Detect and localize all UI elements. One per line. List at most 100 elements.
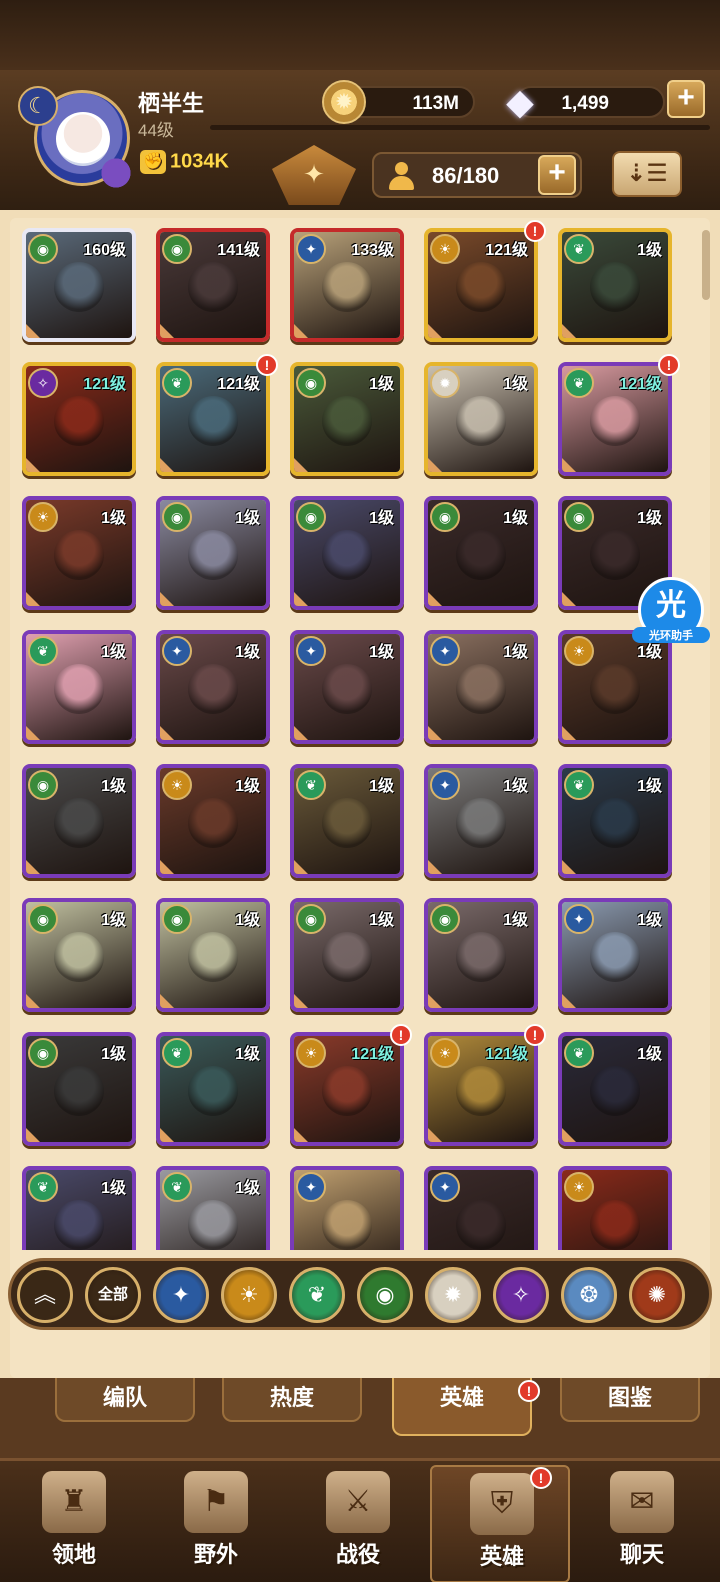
- hero-card[interactable]: ❦ 1级: [156, 1032, 270, 1146]
- hero-card[interactable]: ✦ 1级: [424, 764, 538, 878]
- hero-card[interactable]: ✦ 1级: [156, 630, 270, 744]
- hero-card[interactable]: ◉ 1级: [22, 764, 136, 878]
- hero-card[interactable]: ❦ 121级: [156, 362, 270, 476]
- nav-item-2[interactable]: ⚔ 战役: [288, 1465, 428, 1582]
- hero-level: 1级: [503, 778, 528, 795]
- celestial-faction-filter[interactable]: ❂: [561, 1267, 617, 1323]
- hero-level: 1级: [235, 510, 260, 527]
- scrollbar-thumb[interactable]: [702, 230, 710, 300]
- hero-card[interactable]: ◉ 1级: [290, 362, 404, 476]
- star-icon: ✦: [564, 904, 594, 934]
- hero-card[interactable]: ☀ 1级: [558, 630, 672, 744]
- assistant-float-button[interactable]: 光 光环助手: [632, 577, 710, 647]
- hero-card[interactable]: ◉ 1级: [156, 496, 270, 610]
- sort-button[interactable]: ⇣☰: [612, 151, 682, 197]
- hero-card[interactable]: ☀ 121级: [424, 228, 538, 342]
- hero-card[interactable]: ❦ 1级: [558, 1032, 672, 1146]
- hero-card[interactable]: ◉ 1级: [22, 898, 136, 1012]
- eye-icon: ◉: [28, 1038, 58, 1068]
- hero-card[interactable]: ❦ 1级: [22, 1166, 136, 1250]
- diamond-icon: ◆: [506, 81, 534, 122]
- hero-face: [54, 530, 104, 580]
- hero-card[interactable]: ◉ 1级: [424, 898, 538, 1012]
- hero-face: [456, 1066, 506, 1116]
- hero-card[interactable]: ☀ 1级: [156, 764, 270, 878]
- star-icon: ✦: [296, 234, 326, 264]
- hero-level: 1级: [101, 778, 126, 795]
- hero-card[interactable]: ✦ 133级: [290, 228, 404, 342]
- hero-card[interactable]: ❦ 121级: [558, 362, 672, 476]
- nav-icon: ♜: [42, 1471, 106, 1533]
- hero-level: 141级: [217, 242, 260, 259]
- collapse-button[interactable]: ︽: [17, 1267, 73, 1323]
- hero-card[interactable]: ◉ 1级: [156, 898, 270, 1012]
- hero-card[interactable]: ✹ 1级: [424, 362, 538, 476]
- hero-card[interactable]: ✦: [424, 1166, 538, 1250]
- hero-card[interactable]: ☀ 121级: [290, 1032, 404, 1146]
- hero-card[interactable]: ◉ 141级: [156, 228, 270, 342]
- sun-icon: ☀: [162, 770, 192, 800]
- all-filter[interactable]: 全部: [85, 1267, 141, 1323]
- hero-card[interactable]: ✧ 121级: [22, 362, 136, 476]
- hero-card[interactable]: ☀ 1级: [22, 496, 136, 610]
- hero-card[interactable]: ◉ 1级: [22, 1032, 136, 1146]
- nav-item-0[interactable]: ♜ 领地: [4, 1465, 144, 1582]
- hero-face: [322, 262, 372, 312]
- light-faction-filter[interactable]: ✹: [425, 1267, 481, 1323]
- hero-card[interactable]: ✦ 1级: [424, 630, 538, 744]
- leaf-icon: ❦: [162, 368, 192, 398]
- hero-card[interactable]: ◉ 1级: [424, 496, 538, 610]
- hero-face: [54, 932, 104, 982]
- eye-faction-filter[interactable]: ◉: [357, 1267, 413, 1323]
- expand-capacity-button[interactable]: +: [538, 155, 576, 195]
- hero-face: [54, 262, 104, 312]
- hero-face: [590, 1200, 640, 1250]
- hero-level: 1级: [235, 1180, 260, 1197]
- hero-card[interactable]: ◉ 160级: [22, 228, 136, 342]
- hero-card[interactable]: ☀ 121级: [424, 1032, 538, 1146]
- add-gems-button[interactable]: +: [667, 80, 705, 118]
- hero-card[interactable]: ❦ 1级: [22, 630, 136, 744]
- nav-item-4[interactable]: ✉ 聊天: [572, 1465, 712, 1582]
- nav-item-1[interactable]: ⚑ 野外: [146, 1465, 286, 1582]
- nav-icon: ⚑: [184, 1471, 248, 1533]
- leaf-faction-filter[interactable]: ❦: [289, 1267, 345, 1323]
- hero-card[interactable]: ◉ 1级: [290, 898, 404, 1012]
- subtab-3[interactable]: 图鉴: [560, 1378, 700, 1422]
- subtab-0[interactable]: 编队: [55, 1378, 195, 1422]
- eye-icon: ◉: [28, 904, 58, 934]
- moon-icon: ☾: [18, 86, 58, 126]
- hero-card[interactable]: ✦ 1级: [290, 630, 404, 744]
- hero-level: 1级: [503, 510, 528, 527]
- hero-card[interactable]: ❦ 1级: [558, 764, 672, 878]
- sun-icon: ☀: [564, 1172, 594, 1202]
- hero-face: [54, 798, 104, 848]
- eye-icon: ◉: [162, 234, 192, 264]
- sun-faction-filter[interactable]: ☀: [221, 1267, 277, 1323]
- hero-card[interactable]: ❦ 1级: [558, 228, 672, 342]
- dark-faction-filter[interactable]: ✧: [493, 1267, 549, 1323]
- hero-level: 121级: [217, 376, 260, 393]
- hero-card[interactable]: ❦ 1级: [156, 1166, 270, 1250]
- hero-face: [188, 262, 238, 312]
- hero-level: 1级: [101, 1046, 126, 1063]
- hero-face: [590, 664, 640, 714]
- hero-card[interactable]: ❦ 1级: [290, 764, 404, 878]
- star-faction-filter[interactable]: ✦: [153, 1267, 209, 1323]
- hero-card[interactable]: ◉ 1级: [290, 496, 404, 610]
- hero-card[interactable]: ✦ 1级: [558, 898, 672, 1012]
- leaf-icon: ❦: [28, 1172, 58, 1202]
- hero-level: 1级: [637, 242, 662, 259]
- player-avatar[interactable]: ☾: [18, 86, 136, 194]
- hero-level: 121级: [485, 242, 528, 259]
- subtab-2[interactable]: 英雄: [392, 1378, 532, 1436]
- eye-icon: ◉: [28, 770, 58, 800]
- hero-face: [590, 262, 640, 312]
- hypogean-faction-filter[interactable]: ✺: [629, 1267, 685, 1323]
- hero-scrollbar[interactable]: [702, 200, 710, 1260]
- hero-card[interactable]: ☀: [558, 1166, 672, 1250]
- hero-card[interactable]: ✦: [290, 1166, 404, 1250]
- hero-grid[interactable]: ◉ 160级 ◉ 141级 ✦ 133级 ☀ 121级! ❦ 1级 ✧ 121级 ❦ 121级! ◉ 1级 ✹ 1…: [22, 220, 692, 1250]
- leaf-icon: ❦: [564, 234, 594, 264]
- subtab-1[interactable]: 热度: [222, 1378, 362, 1422]
